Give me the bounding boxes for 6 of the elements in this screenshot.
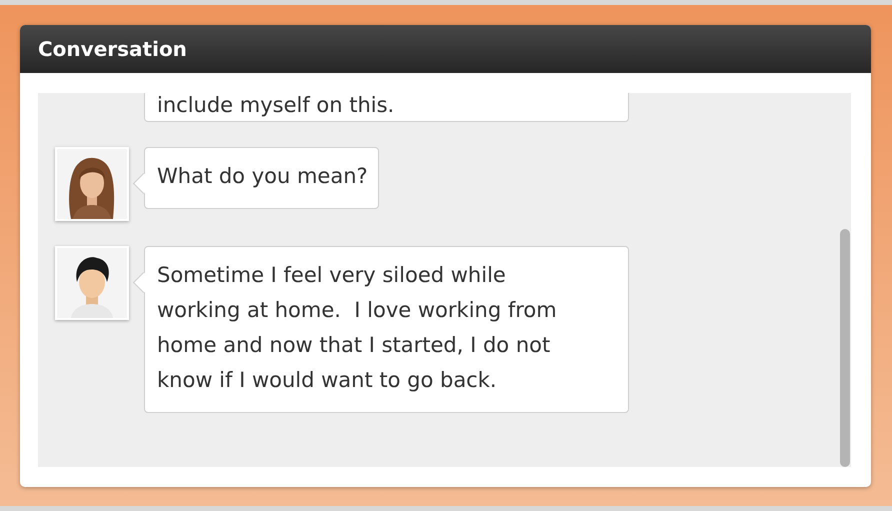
- avatar-icon: [57, 248, 127, 318]
- message-text: What do you mean?: [157, 164, 368, 188]
- message-text: Sometime I feel very siloed while working at home. I love working from home and now that I started, I do not know if I would want to go back.: [157, 263, 558, 392]
- message-text: include myself on this.: [157, 93, 394, 117]
- avatar-icon: [57, 149, 127, 219]
- window-title: Conversation: [38, 37, 187, 61]
